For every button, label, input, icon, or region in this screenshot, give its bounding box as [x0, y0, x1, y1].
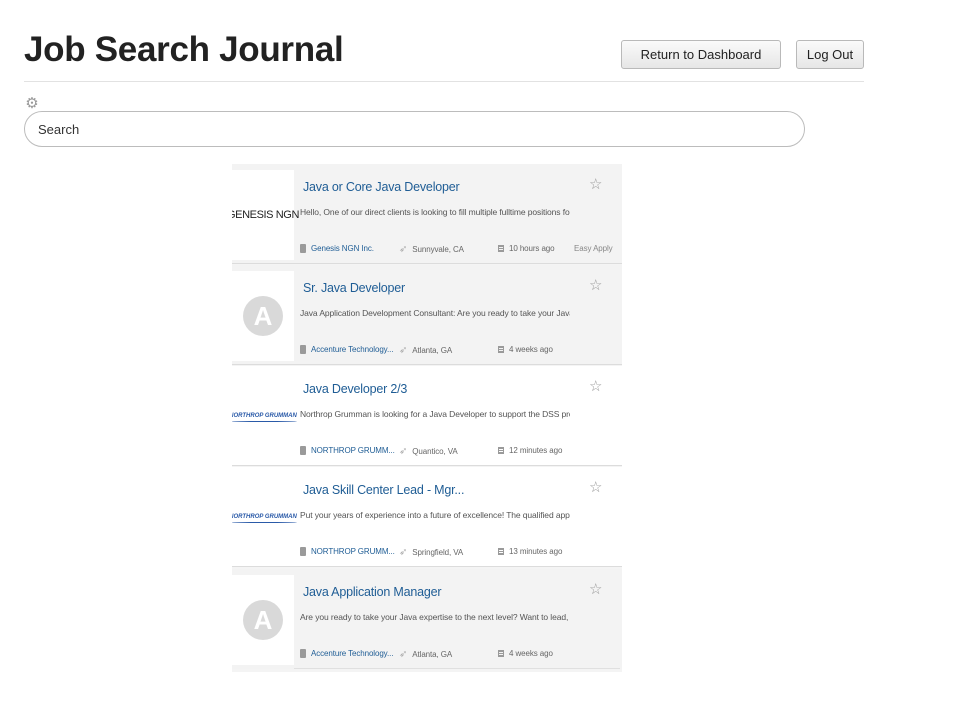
- easy-apply-label[interactable]: Easy Apply: [574, 244, 613, 253]
- company-logo: A: [232, 575, 294, 665]
- job-card[interactable]: A Java Application Manager ☆ Are you rea…: [232, 569, 622, 669]
- company-logo-text: NORTHROP GRUMMAN: [232, 514, 297, 523]
- job-card[interactable]: A Sr. Java Developer ☆ Java Application …: [232, 265, 622, 365]
- location-arrow-icon: ➶: [399, 649, 408, 660]
- calendar-icon: [498, 447, 504, 454]
- company-logo-text: GENESIS NGN: [232, 209, 300, 221]
- company-logo-text: NORTHROP GRUMMAN: [232, 413, 297, 422]
- avatar: A: [243, 296, 283, 336]
- job-company[interactable]: Genesis NGN Inc.: [300, 244, 374, 253]
- job-title-link[interactable]: Java Skill Center Lead - Mgr...: [303, 483, 464, 497]
- avatar: A: [243, 600, 283, 640]
- building-icon: [300, 649, 306, 658]
- job-location: ➶ Springfield, VA: [399, 547, 464, 558]
- page-title: Job Search Journal: [24, 30, 344, 69]
- job-description: Put your years of experience into a futu…: [300, 510, 570, 520]
- job-posted: 4 weeks ago: [498, 649, 553, 658]
- search-input[interactable]: [24, 111, 805, 147]
- job-company[interactable]: NORTHROP GRUMM...: [300, 547, 395, 556]
- header-divider: [24, 81, 864, 82]
- job-company[interactable]: Accenture Technology...: [300, 649, 393, 658]
- job-location: ➶ Quantico, VA: [399, 446, 458, 457]
- job-location: ➶ Sunnyvale, CA: [399, 244, 464, 255]
- location-arrow-icon: ➶: [399, 345, 408, 356]
- building-icon: [300, 244, 306, 253]
- job-description: Hello, One of our direct clients is look…: [300, 207, 570, 217]
- job-description: Are you ready to take your Java expertis…: [300, 612, 570, 622]
- job-company[interactable]: Accenture Technology...: [300, 345, 393, 354]
- job-location: ➶ Atlanta, GA: [399, 649, 453, 660]
- location-arrow-icon: ➶: [399, 446, 408, 457]
- job-card[interactable]: GENESIS NGN Java or Core Java Developer …: [232, 164, 622, 264]
- location-arrow-icon: ➶: [399, 547, 408, 558]
- job-title-link[interactable]: Java or Core Java Developer: [303, 180, 460, 194]
- job-card[interactable]: NORTHROP GRUMMAN Java Developer 2/3 ☆ No…: [232, 366, 622, 466]
- job-location: ➶ Atlanta, GA: [399, 345, 453, 356]
- company-logo: GENESIS NGN: [232, 170, 299, 260]
- location-arrow-icon: ➶: [399, 244, 408, 255]
- star-icon[interactable]: ☆: [589, 278, 602, 293]
- company-logo: NORTHROP GRUMMAN: [232, 473, 297, 563]
- job-company[interactable]: NORTHROP GRUMM...: [300, 446, 395, 455]
- job-description: Northrop Grumman is looking for a Java D…: [300, 409, 570, 419]
- job-posted: 4 weeks ago: [498, 345, 553, 354]
- calendar-icon: [498, 650, 504, 657]
- job-title-link[interactable]: Java Developer 2/3: [303, 382, 407, 396]
- gear-icon[interactable]: ⚙: [24, 96, 40, 112]
- building-icon: [300, 547, 306, 556]
- star-icon[interactable]: ☆: [589, 177, 602, 192]
- star-icon[interactable]: ☆: [589, 480, 602, 495]
- logout-button[interactable]: Log Out: [796, 40, 864, 69]
- star-icon[interactable]: ☆: [589, 582, 602, 597]
- company-logo: NORTHROP GRUMMAN: [232, 372, 297, 462]
- calendar-icon: [498, 346, 504, 353]
- job-posted: 13 minutes ago: [498, 547, 562, 556]
- job-description: Java Application Development Consultant:…: [300, 308, 570, 318]
- job-results-list: GENESIS NGN Java or Core Java Developer …: [232, 164, 622, 672]
- job-card[interactable]: NORTHROP GRUMMAN Java Skill Center Lead …: [232, 467, 622, 567]
- star-icon[interactable]: ☆: [589, 379, 602, 394]
- calendar-icon: [498, 245, 504, 252]
- building-icon: [300, 345, 306, 354]
- job-title-link[interactable]: Sr. Java Developer: [303, 281, 405, 295]
- job-posted: 12 minutes ago: [498, 446, 562, 455]
- building-icon: [300, 446, 306, 455]
- return-to-dashboard-button[interactable]: Return to Dashboard: [621, 40, 781, 69]
- job-title-link[interactable]: Java Application Manager: [303, 585, 442, 599]
- calendar-icon: [498, 548, 504, 555]
- company-logo: A: [232, 271, 294, 361]
- job-posted: 10 hours ago: [498, 244, 555, 253]
